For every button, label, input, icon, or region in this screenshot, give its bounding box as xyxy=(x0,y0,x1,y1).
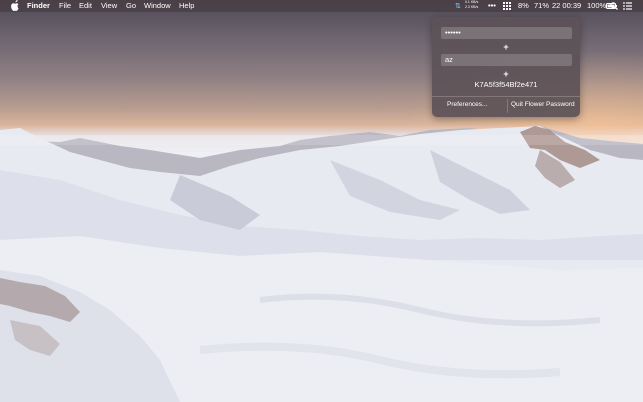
cpu-usage[interactable]: 8% xyxy=(518,0,529,12)
app-name-finder[interactable]: Finder xyxy=(27,0,50,12)
menu-file[interactable]: File xyxy=(59,0,71,12)
memory-usage[interactable]: 71% xyxy=(534,0,549,12)
apple-logo-icon[interactable] xyxy=(11,0,20,12)
generated-password[interactable]: K7A5f3f54Bf2e471 xyxy=(432,80,580,89)
preferences-button[interactable]: Preferences... xyxy=(447,101,487,108)
ellipsis-icon[interactable]: ••• xyxy=(488,0,496,12)
spotlight-search-icon[interactable] xyxy=(610,2,618,10)
divider-vertical xyxy=(507,99,508,113)
up-down-arrows-icon: ⇅ xyxy=(455,3,461,10)
battery-percent[interactable]: 100% xyxy=(587,0,606,12)
menu-help[interactable]: Help xyxy=(179,0,194,12)
password-field[interactable]: •••••• xyxy=(441,27,572,39)
menu-view[interactable]: View xyxy=(101,0,117,12)
menu-go[interactable]: Go xyxy=(126,0,136,12)
divider xyxy=(432,96,580,97)
plus-sign: + xyxy=(503,42,509,52)
download-speed: 2.3 KB/s xyxy=(465,5,479,9)
key-field[interactable]: az xyxy=(441,54,572,66)
plus-sign-cursor: + xyxy=(503,69,509,79)
menu-window[interactable]: Window xyxy=(144,0,171,12)
grid-app-icon[interactable] xyxy=(503,2,511,10)
clock[interactable]: 22 00:39 xyxy=(552,0,581,12)
menu-edit[interactable]: Edit xyxy=(79,0,92,12)
notification-list-icon[interactable] xyxy=(623,2,632,10)
menu-bar: Finder File Edit View Go Window Help ⇅ 0… xyxy=(0,0,643,12)
flower-password-popup: •••••• + az + K7A5f3f54Bf2e471 Preferenc… xyxy=(432,17,580,117)
quit-button[interactable]: Quit Flower Password xyxy=(511,101,575,108)
